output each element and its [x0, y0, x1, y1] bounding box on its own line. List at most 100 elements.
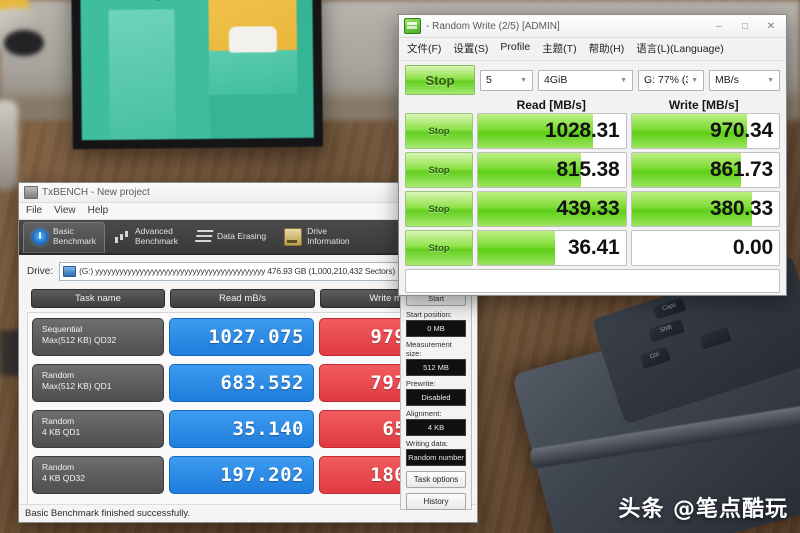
- chevron-down-icon[interactable]: ▼: [617, 77, 630, 84]
- txbench-title: TxBENCH - New project: [42, 187, 150, 198]
- blurred-left-object: [0, 100, 18, 190]
- picture-frame: [71, 0, 323, 150]
- menu-settings[interactable]: 设置(S): [453, 41, 488, 56]
- tab-drive-information[interactable]: Drive Information: [275, 222, 359, 253]
- chevron-down-icon[interactable]: ▼: [517, 77, 530, 84]
- cdm-write-value-cell: 970.34: [630, 113, 780, 149]
- frame-white-object: [228, 26, 277, 53]
- test-size-value: 4GiB: [544, 74, 568, 86]
- cdm-close-icon[interactable]: ✕: [758, 16, 784, 36]
- runs-count-select[interactable]: 5 ▼: [480, 69, 533, 91]
- watermark: 头条 @笔点酷玩: [618, 497, 788, 522]
- cdm-result-row[interactable]: Stop 36.41 0.00: [405, 230, 780, 266]
- cdm-read-header: Read [MB/s]: [516, 98, 586, 112]
- menu-language[interactable]: 语言(L)(Language): [636, 41, 724, 56]
- column-read: Read mB/s: [170, 288, 315, 308]
- drive-select[interactable]: (G:) ууууууууууууууууууууууууууууууууууу…: [59, 261, 440, 281]
- task-name-cell: Random Max(512 KB) QD1: [32, 363, 164, 402]
- alignment-value[interactable]: 4 KB: [406, 419, 466, 436]
- history-button[interactable]: History: [406, 493, 466, 510]
- task-options-button[interactable]: Task options: [406, 471, 466, 488]
- read-value-cell: 683.552: [169, 363, 314, 402]
- writing-data-value[interactable]: Random number: [406, 449, 466, 466]
- screenshot-root: Caps Shift Ctrl TxBENCH - New project – …: [0, 0, 800, 533]
- unit-select[interactable]: MB/s ▼: [709, 69, 780, 91]
- menu-file[interactable]: 文件(F): [407, 41, 441, 56]
- blurred-dark-object: [4, 30, 44, 56]
- cdm-write-value: 0.00: [732, 236, 773, 259]
- target-drive-select[interactable]: G: 77% (369/477GiB) ▼: [638, 69, 704, 91]
- unit-value: MB/s: [715, 74, 739, 86]
- menu-file[interactable]: File: [26, 205, 42, 216]
- cdm-minimize-icon[interactable]: –: [706, 16, 732, 36]
- key-caps: Caps: [652, 296, 688, 321]
- cdm-comment-field[interactable]: [405, 269, 780, 293]
- tab-advanced-benchmark[interactable]: Advanced Benchmark: [105, 222, 187, 253]
- runs-count-value: 5: [486, 74, 492, 86]
- cdm-read-value-cell: 36.41: [477, 230, 627, 266]
- cdm-write-value: 970.34: [709, 119, 773, 142]
- read-value-cell: 35.140: [169, 409, 314, 448]
- cdm-read-value: 815.38: [556, 158, 620, 181]
- tab-basic-benchmark[interactable]: Basic Benchmark: [23, 222, 105, 253]
- column-task-name: Task name: [31, 288, 165, 308]
- cdm-titlebar[interactable]: - Random Write (2/5) [ADMIN] – □ ✕: [399, 15, 786, 38]
- cdm-row-stop-button[interactable]: Stop: [405, 113, 473, 149]
- cdm-body: Stop 5 ▼ 4GiB ▼ G: 77% (369/477GiB) ▼ MB…: [399, 61, 786, 295]
- cdm-logo-icon: [404, 18, 421, 34]
- measurement-size-label: Measurement size:: [406, 340, 452, 358]
- menu-profile[interactable]: Profile: [500, 41, 530, 56]
- cdm-result-row[interactable]: Stop 1028.31 970.34: [405, 113, 780, 149]
- key-ctrl: Ctrl: [638, 345, 673, 371]
- start-position-label: Start position:: [406, 310, 452, 319]
- measurement-size-value[interactable]: 512 MB: [406, 359, 466, 376]
- read-value-cell: 197.202: [169, 455, 314, 494]
- cdm-read-value: 439.33: [556, 197, 620, 220]
- cdm-write-value-cell: 0.00: [630, 230, 780, 266]
- txbench-options-panel: Start Start position: 0 MB Measurement s…: [400, 288, 472, 510]
- frame-contents: [80, 0, 314, 141]
- menu-view[interactable]: View: [54, 205, 76, 216]
- target-drive-value: G: 77% (369/477GiB): [644, 74, 688, 86]
- task-name-cell: Sequential Max(512 KB) QD32: [32, 317, 164, 356]
- alignment-label: Alignment:: [406, 409, 442, 418]
- cdm-all-stop-button[interactable]: Stop: [405, 65, 475, 95]
- start-position-value[interactable]: 0 MB: [406, 320, 466, 337]
- cdm-read-bar: [478, 231, 555, 265]
- menu-help[interactable]: 帮助(H): [589, 41, 625, 56]
- cdm-write-value: 861.73: [709, 158, 773, 181]
- cdm-result-row[interactable]: Stop 815.38 861.73: [405, 152, 780, 188]
- tab-drive-information-label: Drive Information: [307, 226, 350, 246]
- read-value-cell: 1027.075: [169, 317, 314, 356]
- chevron-down-icon[interactable]: ▼: [688, 77, 701, 84]
- cdm-row-stop-button[interactable]: Stop: [405, 191, 473, 227]
- test-size-select[interactable]: 4GiB ▼: [538, 69, 633, 91]
- tab-advanced-benchmark-label: Advanced Benchmark: [135, 226, 178, 246]
- prewrite-value[interactable]: Disabled: [406, 389, 466, 406]
- cdm-write-header: Write [MB/s]: [668, 98, 739, 112]
- chevron-down-icon[interactable]: ▼: [764, 77, 777, 84]
- key-blank: [697, 325, 734, 352]
- tab-data-erasing[interactable]: Data Erasing: [187, 222, 275, 253]
- drive-label: Drive:: [27, 265, 54, 277]
- menu-help[interactable]: Help: [88, 205, 109, 216]
- cdm-result-row[interactable]: Stop 439.33 380.33: [405, 191, 780, 227]
- wave-icon: [194, 228, 214, 245]
- cdm-menubar[interactable]: 文件(F) 设置(S) Profile 主题(T) 帮助(H) 语言(L)(La…: [399, 38, 786, 61]
- prewrite-label: Prewrite:: [406, 379, 436, 388]
- cdm-window-controls[interactable]: – □ ✕: [706, 16, 784, 36]
- frame-teal-block: [108, 9, 176, 140]
- menu-theme[interactable]: 主题(T): [542, 41, 576, 56]
- cdm-column-headers: Read [MB/s] Write [MB/s]: [405, 98, 780, 112]
- drive-value: (G:) ууууууууууууууууууууууууууууууууууу…: [79, 266, 395, 277]
- writing-data-label: Writing data:: [406, 439, 448, 448]
- cdm-row-stop-button[interactable]: Stop: [405, 230, 473, 266]
- tab-basic-benchmark-label: Basic Benchmark: [53, 226, 96, 246]
- cdm-read-value-cell: 439.33: [477, 191, 627, 227]
- cdm-maximize-icon[interactable]: □: [732, 16, 758, 36]
- drive-icon: [284, 227, 303, 246]
- cdm-row-stop-button[interactable]: Stop: [405, 152, 473, 188]
- crystaldiskmark-window[interactable]: - Random Write (2/5) [ADMIN] – □ ✕ 文件(F)…: [398, 14, 787, 296]
- disk-icon: [63, 265, 77, 277]
- task-name-cell: Random 4 KB QD1: [32, 409, 164, 448]
